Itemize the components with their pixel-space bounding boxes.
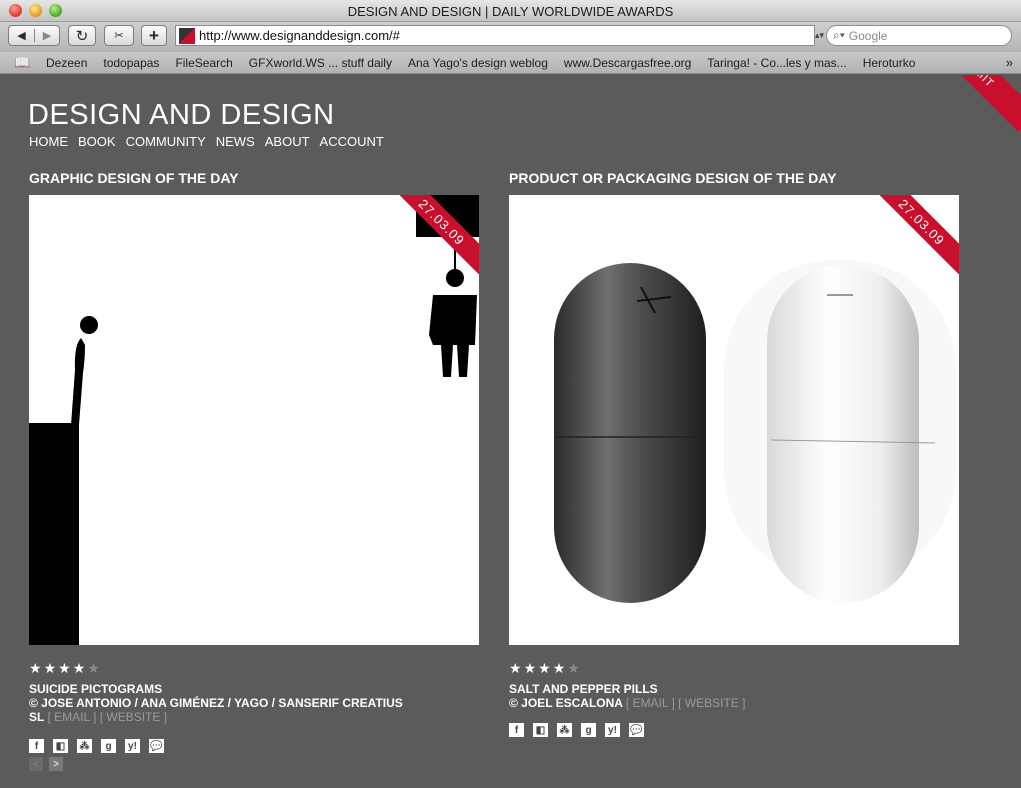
url-text[interactable]: http://www.designanddesign.com/# xyxy=(199,28,400,43)
star-icon[interactable]: ★ xyxy=(44,660,59,676)
google-icon[interactable]: g xyxy=(581,723,596,737)
comment-icon[interactable]: 💬 xyxy=(629,723,644,737)
graphic-design-image[interactable]: 27.03.09 xyxy=(29,195,479,645)
delicious-icon[interactable]: ◧ xyxy=(533,723,548,737)
star-icon[interactable]: ★ xyxy=(29,660,44,676)
bookmark-item[interactable]: Ana Yago's design weblog xyxy=(400,56,556,70)
yahoo-icon[interactable]: y! xyxy=(125,739,140,753)
website-link[interactable]: [ WEBSITE ] xyxy=(100,710,167,724)
entry-meta: SUICIDE PICTOGRAMS © JOSE ANTONIO / ANA … xyxy=(29,682,409,724)
digg-icon[interactable]: ⁂ xyxy=(557,723,572,737)
forward-button[interactable]: ▶ xyxy=(33,29,59,42)
section-title: PRODUCT OR PACKAGING DESIGN OF THE DAY xyxy=(509,170,837,186)
bookmarks-bar: 📖 Dezeen todopapas FileSearch GFXworld.W… xyxy=(0,52,1021,74)
product-design-image[interactable]: 27.03.09 xyxy=(509,195,959,645)
star-icon[interactable]: ★ xyxy=(538,660,553,676)
email-link[interactable]: [ EMAIL ] xyxy=(47,710,96,724)
bookmark-item[interactable]: GFXworld.WS ... stuff daily xyxy=(241,56,400,70)
suicide-pictogram-illustration xyxy=(29,195,479,645)
main-nav: HOME BOOK COMMUNITY NEWS ABOUT ACCOUNT xyxy=(29,134,384,149)
add-bookmark-button[interactable]: + xyxy=(141,25,167,46)
nav-about[interactable]: ABOUT xyxy=(265,134,310,149)
site-logo[interactable]: DESIGN AND DESIGN xyxy=(28,99,335,132)
window-title: DESIGN AND DESIGN | DAILY WORLDWIDE AWAR… xyxy=(347,4,674,19)
google-icon[interactable]: g xyxy=(101,739,116,753)
more-bookmarks-icon[interactable]: » xyxy=(1006,55,1013,70)
prev-button[interactable]: < xyxy=(29,757,43,771)
nav-community[interactable]: COMMUNITY xyxy=(126,134,206,149)
submit-label[interactable]: SUBMIT xyxy=(954,75,996,90)
star-icon[interactable]: ★ xyxy=(509,660,524,676)
star-icon[interactable]: ★ xyxy=(553,660,568,676)
nav-book[interactable]: BOOK xyxy=(78,134,116,149)
url-stepper-icon[interactable]: ▴▾ xyxy=(815,30,824,41)
search-icon: ⌕▾ xyxy=(833,28,845,42)
facebook-icon[interactable]: f xyxy=(29,739,44,753)
submit-ribbon[interactable]: SUBMIT xyxy=(912,75,1021,132)
browser-toolbar: ◀ ▶ ↻ ✂ + http://www.designanddesign.com… xyxy=(0,22,1021,52)
bookmark-item[interactable]: Dezeen xyxy=(38,56,95,70)
comment-icon[interactable]: 💬 xyxy=(149,739,164,753)
bookmark-item[interactable]: Heroturko xyxy=(855,56,924,70)
share-icons: f ◧ ⁂ g y! 💬 xyxy=(509,723,644,737)
star-half-icon[interactable]: ★ xyxy=(567,660,582,676)
star-icon[interactable]: ★ xyxy=(524,660,539,676)
share-icons: f ◧ ⁂ g y! 💬 xyxy=(29,739,164,753)
bookmark-item[interactable]: FileSearch xyxy=(167,56,240,70)
star-icon[interactable]: ★ xyxy=(73,660,88,676)
star-icon[interactable]: ★ xyxy=(58,660,73,676)
graphic-design-column: GRAPHIC DESIGN OF THE DAY 27.03.09 ★★★★★… xyxy=(29,170,479,771)
delicious-icon[interactable]: ◧ xyxy=(53,739,68,753)
nav-news[interactable]: NEWS xyxy=(216,134,255,149)
page-content: SUBMIT DESIGN AND DESIGN HOME BOOK COMMU… xyxy=(0,75,1021,788)
website-link[interactable]: [ WEBSITE ] xyxy=(678,696,745,710)
email-link[interactable]: [ EMAIL ] xyxy=(626,696,675,710)
nav-account[interactable]: ACCOUNT xyxy=(320,134,384,149)
digg-icon[interactable]: ⁂ xyxy=(77,739,92,753)
entry-meta: SALT AND PEPPER PILLS © JOEL ESCALONA [ … xyxy=(509,682,889,710)
salt-pepper-pills-illustration xyxy=(554,260,956,603)
search-placeholder: Google xyxy=(848,28,888,43)
section-title: GRAPHIC DESIGN OF THE DAY xyxy=(29,170,239,186)
bookmark-item[interactable]: Taringa! - Co...les y mas... xyxy=(699,56,854,70)
yahoo-icon[interactable]: y! xyxy=(605,723,620,737)
address-bar[interactable]: http://www.designanddesign.com/# xyxy=(175,25,815,46)
entry-credit: © JOEL ESCALONA xyxy=(509,696,623,710)
star-rating[interactable]: ★★★★★ xyxy=(509,660,582,677)
bookmark-item[interactable]: www.Descargasfree.org xyxy=(556,56,699,70)
window-titlebar: DESIGN AND DESIGN | DAILY WORLDWIDE AWAR… xyxy=(0,0,1021,22)
site-favicon-icon xyxy=(179,27,195,44)
back-button[interactable]: ◀ xyxy=(9,29,34,42)
snip-button[interactable]: ✂ xyxy=(104,25,134,46)
next-button[interactable]: > xyxy=(49,757,63,771)
star-empty-icon[interactable]: ★ xyxy=(87,660,102,676)
entry-pager: < > xyxy=(29,757,63,771)
reload-button[interactable]: ↻ xyxy=(68,25,96,46)
product-design-column: PRODUCT OR PACKAGING DESIGN OF THE DAY 2… xyxy=(509,170,959,737)
bookmark-item[interactable]: todopapas xyxy=(95,56,167,70)
search-input[interactable]: ⌕▾ Google xyxy=(826,25,1012,46)
bookmarks-book-icon[interactable]: 📖 xyxy=(14,55,32,71)
history-nav: ◀ ▶ xyxy=(8,25,60,46)
entry-title: SUICIDE PICTOGRAMS xyxy=(29,682,163,696)
facebook-icon[interactable]: f xyxy=(509,723,524,737)
nav-home[interactable]: HOME xyxy=(29,134,68,149)
star-rating[interactable]: ★★★★★ xyxy=(29,660,102,677)
entry-title: SALT AND PEPPER PILLS xyxy=(509,682,658,696)
